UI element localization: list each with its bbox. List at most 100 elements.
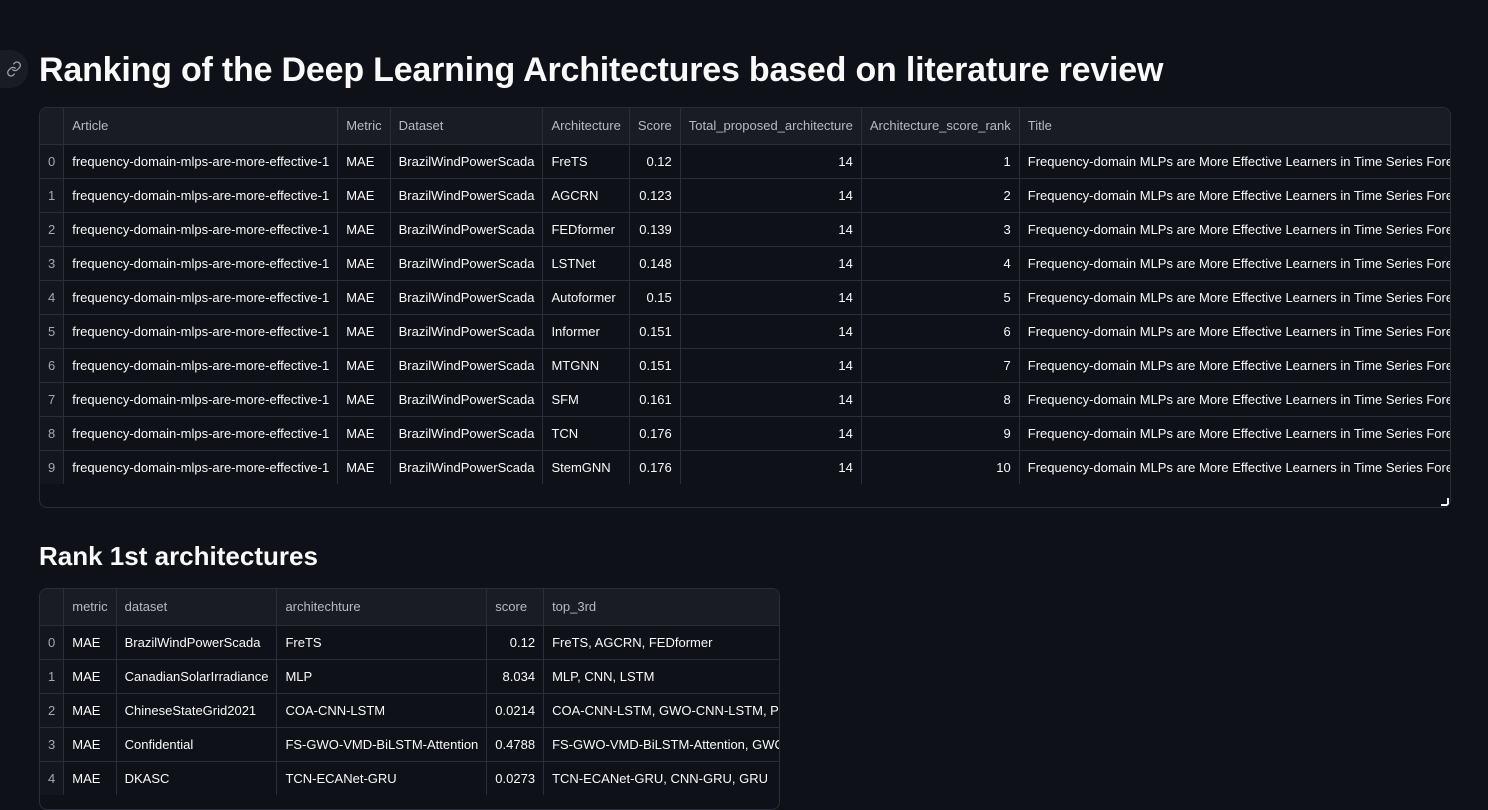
table-cell[interactable]: COA-CNN-LSTM, GWO-CNN-LSTM, PSO-CNN-LSTM xyxy=(543,693,779,728)
rank-first-table[interactable]: metric dataset architechture score top_3rd 0… xyxy=(39,588,780,810)
table-cell[interactable]: BrazilWindPowerScada xyxy=(390,348,544,383)
ranking-table[interactable]: Article Metric Dataset Architecture Score Tot… xyxy=(39,107,1451,508)
table-cell[interactable]: BrazilWindPowerScada xyxy=(390,314,544,349)
table-cell[interactable]: 0.151 xyxy=(629,314,681,349)
table-cell[interactable]: 0.151 xyxy=(629,348,681,383)
table-cell[interactable]: Frequency-domain MLPs are More Effective… xyxy=(1019,314,1450,349)
table-cell[interactable]: CanadianSolarIrradiance xyxy=(116,659,278,694)
table-cell[interactable]: 14 xyxy=(680,144,862,179)
table-cell[interactable]: 6 xyxy=(861,314,1020,349)
table-cell[interactable]: 3 xyxy=(861,212,1020,247)
table-cell[interactable]: 0.176 xyxy=(629,416,681,451)
table-row[interactable]: 2 frequency-domain-mlps-are-more-effectiv… xyxy=(40,212,1450,247)
table-cell[interactable]: 0.148 xyxy=(629,246,681,281)
table-cell[interactable]: 0.0273 xyxy=(486,761,545,795)
table-cell[interactable]: MAE xyxy=(337,382,391,417)
table-row[interactable]: 0 MAE BrazilWindPowerScada FreTS 0.12 FreTS, … xyxy=(40,625,779,660)
table-cell[interactable]: 8.034 xyxy=(486,659,545,694)
table-cell[interactable]: MAE xyxy=(337,246,391,281)
table-row[interactable]: 1 frequency-domain-mlps-are-more-effectiv… xyxy=(40,178,1450,213)
column-header[interactable]: top_3rd xyxy=(543,589,779,626)
table-cell[interactable]: 4 xyxy=(861,246,1020,281)
table-row[interactable]: 2 MAE ChineseStateGrid2021 COA-CNN-LSTM 0.02… xyxy=(40,693,779,728)
table-cell[interactable]: Frequency-domain MLPs are More Effective… xyxy=(1019,178,1450,213)
table-row[interactable]: 3 MAE Confidential FS-GWO-VMD-BiLSTM-Attent… xyxy=(40,727,779,762)
column-header[interactable]: Article xyxy=(63,108,339,145)
table-cell[interactable]: LSTNet xyxy=(542,246,630,281)
table-cell[interactable]: MLP xyxy=(276,659,488,694)
table-cell[interactable]: MAE xyxy=(63,727,117,762)
table-cell[interactable]: Frequency-domain MLPs are More Effective… xyxy=(1019,246,1450,281)
table-cell[interactable]: MAE xyxy=(337,144,391,179)
table-cell[interactable]: 14 xyxy=(680,280,862,315)
table-cell[interactable]: 14 xyxy=(680,382,862,417)
column-header[interactable]: Total_proposed_architecture xyxy=(680,108,862,145)
table-cell[interactable]: 1 xyxy=(861,144,1020,179)
table-cell[interactable]: 2 xyxy=(861,178,1020,213)
table-cell[interactable]: BrazilWindPowerScada xyxy=(390,144,544,179)
table-cell[interactable]: COA-CNN-LSTM xyxy=(276,693,488,728)
column-header[interactable]: dataset xyxy=(116,589,278,626)
table-cell[interactable]: ChineseStateGrid2021 xyxy=(116,693,278,728)
table-cell[interactable]: MAE xyxy=(63,693,117,728)
table-cell[interactable]: Confidential xyxy=(116,727,278,762)
column-header[interactable]: Metric xyxy=(337,108,391,145)
table-cell[interactable]: FreTS xyxy=(542,144,630,179)
column-header[interactable]: Architecture_score_rank xyxy=(861,108,1020,145)
table-cell[interactable]: 10 xyxy=(861,450,1020,484)
table-cell[interactable]: FS-GWO-VMD-BiLSTM-Attention, GWO-VMD-BiL… xyxy=(543,727,779,762)
table-cell[interactable]: Frequency-domain MLPs are More Effective… xyxy=(1019,348,1450,383)
table-cell[interactable]: MTGNN xyxy=(542,348,630,383)
table-cell[interactable]: MAE xyxy=(337,416,391,451)
table-cell[interactable]: 8 xyxy=(861,382,1020,417)
table-cell[interactable]: 9 xyxy=(861,416,1020,451)
table-cell[interactable]: MAE xyxy=(337,178,391,213)
table-cell[interactable]: 0.176 xyxy=(629,450,681,484)
table-cell[interactable]: frequency-domain-mlps-are-more-effective… xyxy=(63,348,339,383)
table-row[interactable]: 3 frequency-domain-mlps-are-more-effectiv… xyxy=(40,246,1450,281)
table-cell[interactable]: FreTS, AGCRN, FEDformer xyxy=(543,625,779,660)
column-header[interactable]: Architecture xyxy=(542,108,630,145)
table-row[interactable]: 7 frequency-domain-mlps-are-more-effectiv… xyxy=(40,382,1450,417)
table-cell[interactable]: 14 xyxy=(680,212,862,247)
table-cell[interactable]: frequency-domain-mlps-are-more-effective… xyxy=(63,212,339,247)
table-row[interactable]: 4 MAE DKASC TCN-ECANet-GRU 0.0273 TCN-ECANet-… xyxy=(40,761,779,795)
table-cell[interactable]: DKASC xyxy=(116,761,278,795)
table-cell[interactable]: 14 xyxy=(680,348,862,383)
column-header[interactable]: Dataset xyxy=(390,108,544,145)
index-header[interactable] xyxy=(40,589,65,626)
table-cell[interactable]: TCN-ECANet-GRU xyxy=(276,761,488,795)
table-row[interactable]: 0 frequency-domain-mlps-are-more-effectiv… xyxy=(40,144,1450,179)
table-cell[interactable]: Frequency-domain MLPs are More Effective… xyxy=(1019,416,1450,451)
table-row[interactable]: 9 frequency-domain-mlps-are-more-effectiv… xyxy=(40,450,1450,484)
index-header[interactable] xyxy=(40,108,65,145)
table-cell[interactable]: Frequency-domain MLPs are More Effective… xyxy=(1019,144,1450,179)
table-cell[interactable]: AGCRN xyxy=(542,178,630,213)
table-cell[interactable]: Frequency-domain MLPs are More Effective… xyxy=(1019,450,1450,484)
column-header[interactable]: metric xyxy=(63,589,117,626)
table-cell[interactable]: 14 xyxy=(680,246,862,281)
table-cell[interactable]: FreTS xyxy=(276,625,488,660)
resize-handle[interactable] xyxy=(1441,498,1449,506)
table-cell[interactable]: BrazilWindPowerScada xyxy=(116,625,278,660)
table-cell[interactable]: frequency-domain-mlps-are-more-effective… xyxy=(63,416,339,451)
column-header[interactable]: score xyxy=(486,589,545,626)
table-cell[interactable]: 7 xyxy=(861,348,1020,383)
table-row[interactable]: 1 MAE CanadianSolarIrradiance MLP 8.034 MLP, … xyxy=(40,659,779,694)
table-cell[interactable]: frequency-domain-mlps-are-more-effective… xyxy=(63,382,339,417)
table-cell[interactable]: frequency-domain-mlps-are-more-effective… xyxy=(63,178,339,213)
table-cell[interactable]: MAE xyxy=(337,450,391,484)
table-cell[interactable]: MLP, CNN, LSTM xyxy=(543,659,779,694)
table-cell[interactable]: frequency-domain-mlps-are-more-effective… xyxy=(63,280,339,315)
table-cell[interactable]: 0.123 xyxy=(629,178,681,213)
table-row[interactable]: 6 frequency-domain-mlps-are-more-effectiv… xyxy=(40,348,1450,383)
table-cell[interactable]: frequency-domain-mlps-are-more-effective… xyxy=(63,314,339,349)
table-cell[interactable]: frequency-domain-mlps-are-more-effective… xyxy=(63,246,339,281)
table-cell[interactable]: StemGNN xyxy=(542,450,630,484)
table-cell[interactable]: frequency-domain-mlps-are-more-effective… xyxy=(63,144,339,179)
column-header[interactable]: Title xyxy=(1019,108,1450,145)
table-cell[interactable]: MAE xyxy=(337,314,391,349)
table-cell[interactable]: BrazilWindPowerScada xyxy=(390,416,544,451)
column-header[interactable]: Score xyxy=(629,108,681,145)
table-cell[interactable]: frequency-domain-mlps-are-more-effective… xyxy=(63,450,339,484)
